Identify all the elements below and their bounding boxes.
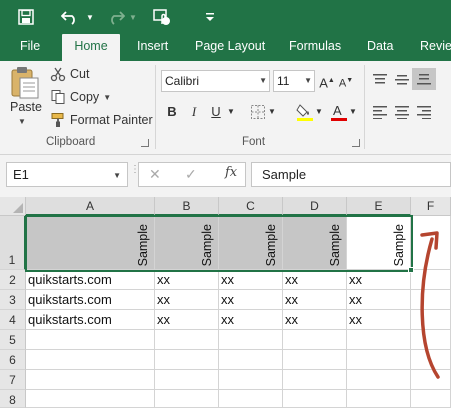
clipboard-group-label: Clipboard (46, 136, 96, 148)
touch-mode-icon[interactable] (150, 6, 174, 28)
middle-align-icon[interactable] (394, 73, 410, 87)
tab-page-layout[interactable]: Page Layout (189, 34, 271, 61)
save-icon[interactable] (14, 6, 38, 28)
undo-dropdown-icon[interactable]: ▼ (84, 6, 96, 28)
chevron-down-icon: ▼ (113, 171, 121, 180)
chevron-down-icon: ▼ (304, 76, 312, 85)
font-launcher-icon[interactable] (352, 139, 360, 147)
fill-color-icon[interactable] (296, 102, 314, 122)
bottom-align-button[interactable] (412, 68, 436, 90)
insert-function-icon[interactable]: fx (225, 165, 237, 180)
font-color-dropdown-icon[interactable]: ▼ (348, 102, 358, 122)
customize-qat-icon[interactable] (202, 6, 218, 28)
worksheet-grid: A B C D E F 1 2 3 4 5 6 7 8 Sample Sampl… (0, 197, 451, 408)
font-color-icon[interactable]: A (330, 102, 348, 122)
font-size-value: 11 (277, 74, 290, 88)
name-box-value: E1 (13, 167, 29, 182)
fill-color-dropdown-icon[interactable]: ▼ (314, 102, 324, 122)
increase-font-size-icon[interactable]: A▲ (319, 71, 335, 91)
tab-home[interactable]: Home (62, 34, 120, 61)
paste-icon (11, 67, 39, 99)
format-painter-label: Format Painter (70, 113, 153, 127)
font-group-label: Font (242, 136, 266, 148)
tab-review[interactable]: Review (414, 34, 451, 61)
formula-bar: E1 ▼ ⋮ ✕ ✓ fx Sample (0, 155, 451, 197)
name-box[interactable]: E1 ▼ (6, 162, 128, 187)
enter-icon[interactable]: ✓ (185, 166, 197, 183)
tab-insert[interactable]: Insert (131, 34, 174, 61)
decrease-font-size-icon[interactable]: A▼ (338, 71, 354, 91)
italic-button[interactable]: I (186, 102, 202, 122)
clipboard-launcher-icon[interactable] (141, 139, 149, 147)
align-right-icon[interactable] (416, 105, 432, 119)
redo-icon[interactable] (104, 6, 128, 28)
scissors-icon (50, 67, 66, 82)
underline-dropdown-icon[interactable]: ▼ (226, 102, 236, 122)
ribbon: Paste ▼ Cut Copy ▼ Format Painter Clipbo… (0, 61, 451, 155)
tab-formulas[interactable]: Formulas (283, 34, 347, 61)
copy-dropdown-icon[interactable]: ▼ (103, 93, 111, 102)
borders-icon[interactable] (250, 104, 266, 120)
group-separator (155, 65, 156, 149)
tab-file[interactable]: File (14, 34, 46, 61)
formula-input[interactable]: Sample (251, 162, 451, 187)
ribbon-tabs: File Home Insert Page Layout Formulas Da… (0, 34, 451, 61)
resize-handle-icon[interactable]: ⋮ (130, 165, 140, 183)
format-painter-button[interactable]: Format Painter (50, 110, 153, 130)
align-center-icon[interactable] (394, 105, 410, 119)
quick-access-toolbar: ▼ ▼ (0, 0, 451, 34)
top-align-icon[interactable] (372, 73, 388, 87)
annotation-arrow-icon (420, 231, 440, 379)
paste-label: Paste (10, 100, 42, 114)
formula-bar-buttons: ✕ ✓ fx (138, 162, 246, 187)
format-painter-icon (51, 113, 64, 127)
cut-label: Cut (70, 67, 90, 81)
copy-button[interactable]: Copy ▼ (50, 87, 111, 107)
underline-button[interactable]: U (208, 102, 224, 122)
cut-button[interactable]: Cut (50, 64, 89, 84)
redo-dropdown-icon[interactable]: ▼ (128, 6, 138, 28)
group-separator (364, 65, 365, 149)
font-size-select[interactable]: 11 ▼ (273, 70, 315, 92)
bold-button[interactable]: B (164, 102, 180, 122)
cancel-icon[interactable]: ✕ (149, 166, 161, 183)
copy-label: Copy (70, 90, 100, 104)
align-left-icon[interactable] (372, 105, 388, 119)
tab-data[interactable]: Data (361, 34, 399, 61)
undo-icon[interactable] (58, 6, 82, 28)
chevron-down-icon: ▼ (259, 76, 267, 85)
paste-button[interactable] (6, 65, 46, 131)
paste-dropdown-icon[interactable]: ▼ (18, 117, 26, 126)
font-family-select[interactable]: Calibri ▼ (161, 70, 270, 92)
borders-dropdown-icon[interactable]: ▼ (267, 102, 277, 122)
font-family-value: Calibri (165, 74, 200, 88)
copy-icon (51, 90, 65, 104)
bottom-align-icon (417, 74, 431, 85)
svg-text:A: A (333, 103, 342, 118)
